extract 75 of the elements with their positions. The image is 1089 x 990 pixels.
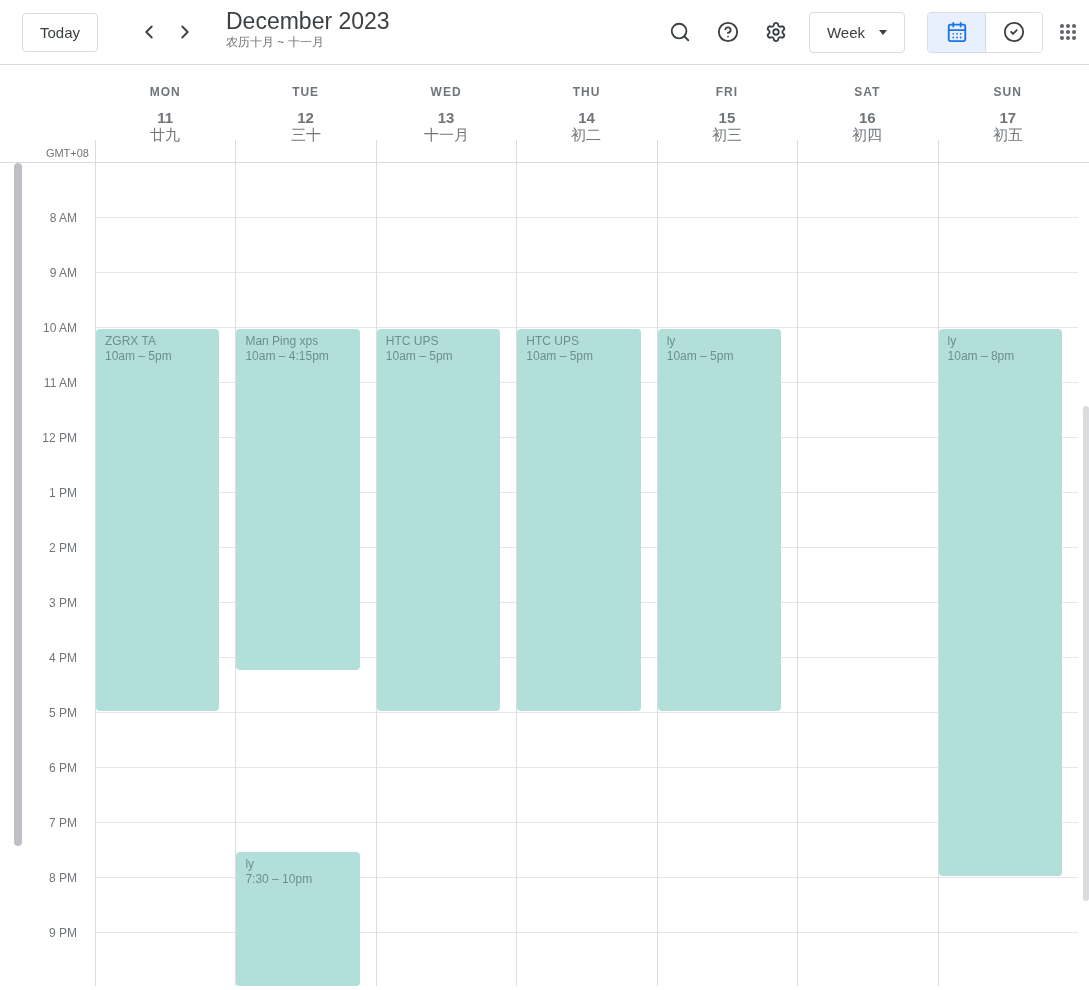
lunar-date: 十一月 — [423, 126, 469, 143]
lunar-date: 三十 — [290, 126, 321, 143]
date-number[interactable]: 15 — [718, 110, 736, 126]
hour-label: 10 AM — [42, 321, 77, 335]
event-title: HTC UPS — [526, 334, 580, 349]
date-number[interactable]: 11 — [157, 110, 174, 126]
apps-grid-icon[interactable] — [1059, 23, 1077, 41]
weekday-label: FRI — [715, 85, 739, 99]
hour-label: 6 PM — [49, 761, 77, 775]
date-number[interactable]: 17 — [999, 110, 1017, 126]
timezone-label: GMT+08 — [45, 147, 89, 159]
hour-label: 8 PM — [49, 871, 77, 885]
hour-label: 9 AM — [49, 266, 77, 280]
weekday-label: THU — [572, 85, 601, 99]
scrollbar[interactable] — [14, 163, 22, 846]
day-column[interactable]: Man Ping xps 10am – 4:15pm ly 7:30 – 10pm — [235, 163, 376, 986]
hour-label: 4 PM — [49, 651, 77, 665]
event-time: 10am – 8pm — [947, 349, 1016, 364]
date-number[interactable]: 12 — [297, 110, 314, 126]
lunar-date: 初五 — [992, 126, 1023, 143]
weekday-label: SAT — [854, 85, 881, 99]
day-column[interactable]: ly 10am – 8pm — [937, 163, 1078, 986]
hour-label: 8 AM — [49, 211, 77, 225]
view-dropdown[interactable]: Week — [809, 11, 905, 53]
hour-label: 12 PM — [42, 431, 77, 445]
date-number[interactable]: 14 — [578, 110, 595, 126]
lunar-month-range: 农历十月 ~ 十一月 — [226, 33, 325, 51]
event-block[interactable]: ly 7:30 – 10pm — [236, 851, 360, 986]
weekday-label: WED — [430, 85, 462, 99]
lunar-date: 初二 — [571, 126, 602, 143]
check-circle-icon — [1003, 21, 1025, 43]
event-block[interactable]: Man Ping xps 10am – 4:15pm — [236, 329, 360, 670]
caret-icon — [879, 29, 888, 35]
event-time: 7:30 – 10pm — [245, 871, 314, 887]
day-column[interactable]: HTC UPS 10am – 5pm — [375, 163, 517, 986]
day-column[interactable]: HTC UPS 10am – 5pm — [516, 163, 657, 986]
event-block[interactable]: ly 10am – 8pm — [938, 329, 1062, 876]
event-block[interactable]: ZGRX TA 10am – 5pm — [96, 329, 220, 711]
scrollbar[interactable] — [1083, 406, 1089, 901]
event-time: 10am – 5pm — [526, 349, 594, 364]
lunar-date: 初三 — [711, 126, 742, 143]
view-toggle-button[interactable] — [928, 12, 985, 52]
hour-label: 3 PM — [49, 596, 77, 610]
event-block[interactable]: HTC UPS 10am – 5pm — [517, 329, 641, 711]
today-button[interactable]: Today — [22, 12, 98, 52]
event-title: Man Ping xps — [245, 334, 320, 349]
hour-label: 7 PM — [49, 816, 77, 830]
lunar-date: 廿九 — [150, 126, 181, 143]
hour-label: 11 AM — [43, 376, 77, 390]
event-title: ly — [947, 334, 958, 349]
event-time: 10am – 4:15pm — [245, 349, 330, 364]
event-block[interactable]: ly 10am – 5pm — [657, 329, 782, 711]
event-block[interactable]: HTC UPS 10am – 5pm — [376, 329, 501, 711]
hour-label: 9 PM — [49, 926, 77, 940]
date-number[interactable]: 16 — [859, 110, 876, 126]
calendar-icon — [945, 21, 968, 43]
day-column[interactable]: ly 10am – 5pm — [656, 163, 798, 986]
hour-label: 5 PM — [49, 706, 77, 720]
event-time: 10am – 5pm — [105, 349, 173, 364]
month-title: December 2023 — [226, 7, 390, 34]
event-title: ly — [245, 856, 256, 872]
hour-label: 1 PM — [49, 486, 77, 500]
lunar-date: 初四 — [852, 126, 883, 143]
date-number[interactable]: 13 — [437, 110, 455, 126]
event-title: HTC UPS — [385, 334, 440, 349]
hour-label: 2 PM — [49, 541, 77, 555]
event-time: 10am – 5pm — [385, 349, 454, 364]
weekday-label: TUE — [292, 85, 320, 99]
weekday-label: SUN — [993, 85, 1022, 99]
event-title: ZGRX TA — [105, 334, 157, 349]
event-title: ly — [666, 334, 677, 349]
event-time: 10am – 5pm — [666, 349, 735, 364]
weekday-label: MON — [149, 85, 181, 99]
day-column[interactable]: ZGRX TA 10am – 5pm — [95, 163, 236, 986]
view-toggle-button[interactable] — [985, 12, 1042, 52]
